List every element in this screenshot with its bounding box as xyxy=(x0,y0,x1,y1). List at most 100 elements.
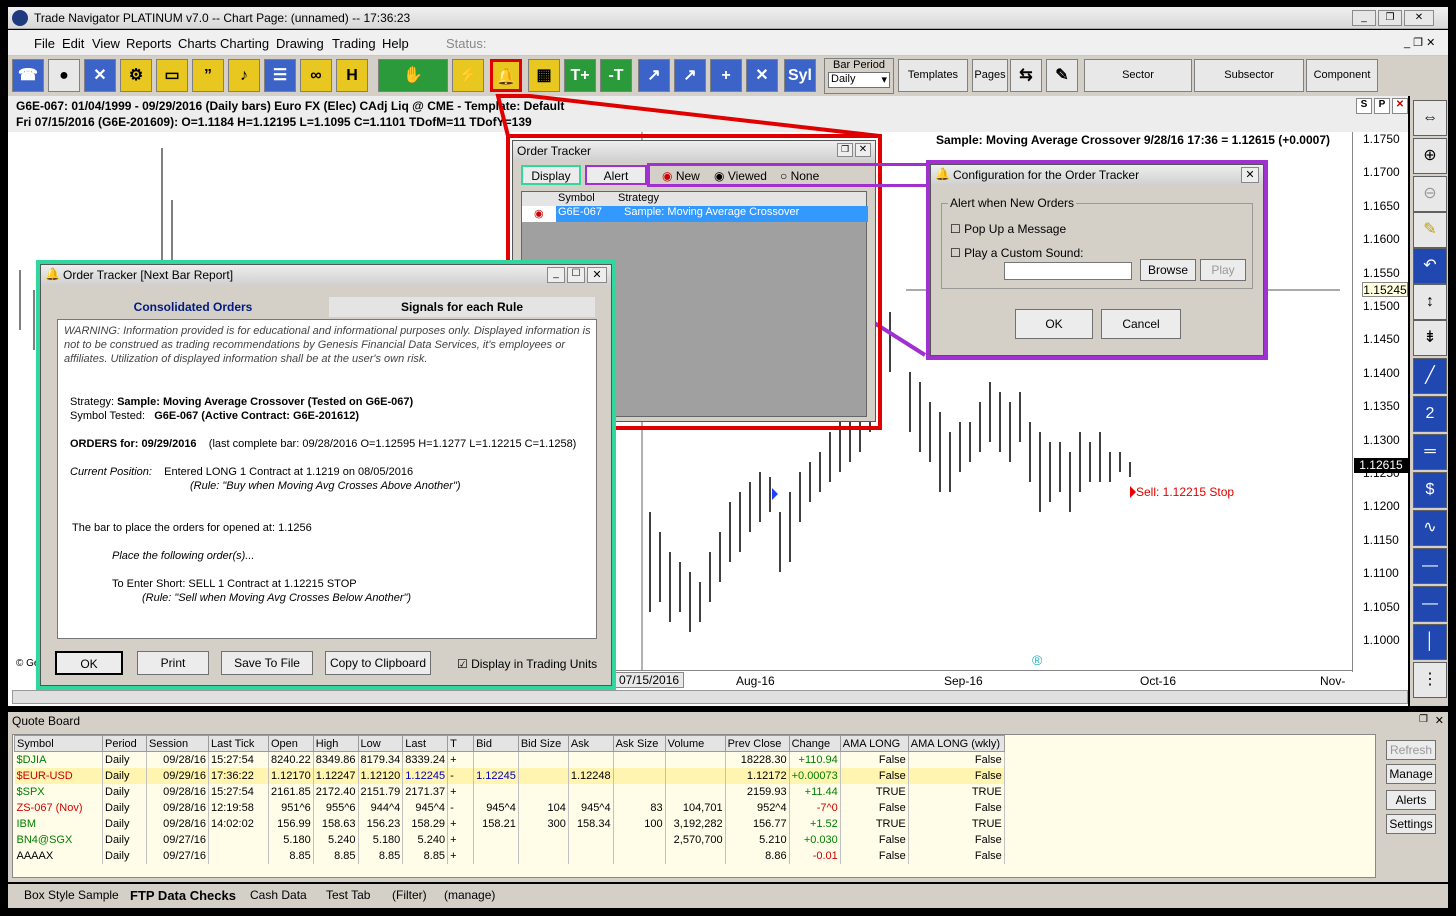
undo-icon[interactable]: ↶ xyxy=(1413,248,1447,284)
alert-button[interactable]: Alert xyxy=(585,165,647,185)
ladder-icon[interactable]: H xyxy=(336,59,368,92)
subsector-button[interactable]: Subsector xyxy=(1194,59,1304,92)
quote-col-header[interactable]: Open xyxy=(268,735,314,752)
quote-col-header[interactable]: Ask xyxy=(567,735,614,752)
tab-signals-each-rule[interactable]: Signals for each Rule xyxy=(329,297,595,317)
chain-icon[interactable]: ∞ xyxy=(300,59,332,92)
maximize-icon[interactable]: ☐ xyxy=(567,267,585,283)
quote-col-header[interactable]: Symbol xyxy=(14,735,103,752)
quote-col-header[interactable]: Change xyxy=(788,735,841,752)
menu-file[interactable]: File xyxy=(34,36,55,51)
chart-add-icon[interactable]: + xyxy=(710,59,742,92)
templates-button[interactable]: Templates xyxy=(898,59,968,92)
tab-box-style-sample[interactable]: Box Style Sample xyxy=(24,888,119,902)
quote-col-header[interactable]: Bid Size xyxy=(517,735,569,752)
price-axis[interactable]: 1.1750 1.1700 1.1650 1.1600 1.1550 1.1500 1.14… xyxy=(1352,132,1408,672)
sound-file-input[interactable] xyxy=(1004,262,1132,280)
quote-col-header[interactable]: High xyxy=(312,735,359,752)
mdi-buttons[interactable]: _ ❐ ✕ xyxy=(1404,36,1435,49)
quote-col-header[interactable]: Period xyxy=(102,735,147,752)
quote-board-close-icon[interactable]: ✕ xyxy=(1435,714,1444,727)
bar-period-select[interactable]: Daily ▾ xyxy=(828,72,890,88)
keyboard-icon[interactable]: ▭ xyxy=(156,59,188,92)
gears-icon[interactable]: ⚙ xyxy=(120,59,152,92)
chart-s-button[interactable]: S xyxy=(1356,98,1372,114)
add-indicator-icon[interactable]: T+ xyxy=(564,59,596,92)
close-button[interactable]: ✕ xyxy=(1404,10,1434,26)
quote-col-header[interactable]: Last Tick xyxy=(208,735,269,752)
menu-drawing[interactable]: Drawing xyxy=(276,36,324,51)
menu-view[interactable]: View xyxy=(92,36,120,51)
eraser-icon[interactable]: ✎ xyxy=(1413,212,1447,248)
horizontal-scrollbar[interactable] xyxy=(12,690,1408,704)
quote-col-header[interactable]: AMA LONG xyxy=(839,735,909,752)
quote-col-header[interactable]: Ask Size xyxy=(612,735,666,752)
settings-button[interactable]: Settings xyxy=(1386,814,1436,834)
sound-checkbox[interactable]: ☐ Play a Custom Sound: xyxy=(950,246,1084,260)
cancel-button[interactable]: Cancel xyxy=(1101,309,1181,339)
quote-row[interactable]: AAAAX Daily 09/27/16 8.85 8.85 8.85 8.85 +8.86-… xyxy=(14,847,1005,864)
vertical-resize-icon[interactable]: ↕ xyxy=(1413,284,1447,320)
display-units-checkbox[interactable]: ☑ Display in Trading Units xyxy=(457,657,597,671)
quote-col-header[interactable]: Last xyxy=(402,735,449,752)
radio-viewed[interactable]: ◉ Viewed xyxy=(714,169,767,183)
tab-cash-data[interactable]: Cash Data xyxy=(250,888,307,902)
ok-button[interactable]: OK xyxy=(1015,309,1093,339)
chart-compare-icon[interactable]: ↗ xyxy=(674,59,706,92)
trendline-2-icon[interactable]: 2 xyxy=(1413,396,1447,432)
trendline-icon[interactable]: ╱ xyxy=(1413,358,1447,394)
menu-help[interactable]: Help xyxy=(382,36,409,51)
restore-button[interactable]: ❐ xyxy=(1378,10,1402,26)
tab-test-tab[interactable]: Test Tab xyxy=(326,888,370,902)
phone-icon[interactable]: ☎ xyxy=(12,59,44,92)
menu-reports[interactable]: Reports xyxy=(126,36,172,51)
zoom-in-icon[interactable]: ⊕ xyxy=(1413,138,1447,174)
ok-button[interactable]: OK xyxy=(55,651,123,675)
tools-icon[interactable]: ✕ xyxy=(84,59,116,92)
play-button[interactable]: Play xyxy=(1200,259,1246,281)
minimize-icon[interactable]: _ xyxy=(547,267,565,283)
trade-hand-icon[interactable]: ✋ xyxy=(378,59,448,92)
refresh-button[interactable]: Refresh xyxy=(1386,740,1436,760)
close-icon[interactable]: ✕ xyxy=(855,143,871,157)
display-button[interactable]: Display xyxy=(521,165,581,185)
quote-board-restore-icon[interactable]: ❐ xyxy=(1419,714,1428,725)
quote-col-header[interactable]: Volume xyxy=(664,735,726,752)
scale-icon[interactable]: ⇟ xyxy=(1413,320,1447,356)
more-tools-icon[interactable]: ⋮ xyxy=(1413,662,1447,698)
quote-row[interactable]: $DJIA Daily 09/28/16 15:27:54 8240.22 8349.86… xyxy=(14,751,1005,768)
save-to-file-button[interactable]: Save To File xyxy=(221,651,313,675)
chart-line-icon[interactable]: ↗ xyxy=(638,59,670,92)
tab-manage[interactable]: (manage) xyxy=(444,888,495,902)
radio-new[interactable]: ◉ New xyxy=(662,169,700,183)
page-close-icon[interactable]: ✎ xyxy=(1046,59,1078,92)
manage-button[interactable]: Manage xyxy=(1386,764,1436,784)
menu-edit[interactable]: Edit xyxy=(62,36,84,51)
quote-col-header[interactable]: Low xyxy=(357,735,404,752)
popup-checkbox[interactable]: ☐ Pop Up a Message xyxy=(950,222,1066,236)
lightning-icon[interactable]: ⚡ xyxy=(452,59,484,92)
print-button[interactable]: Print xyxy=(137,651,209,675)
chart-delete-icon[interactable]: ✕ xyxy=(746,59,778,92)
symbol-icon[interactable]: Syl xyxy=(784,59,816,92)
tab-ftp-data-checks[interactable]: FTP Data Checks xyxy=(130,888,236,903)
quote-col-header[interactable]: Prev Close xyxy=(724,735,790,752)
tab-consolidated-orders[interactable]: Consolidated Orders xyxy=(57,297,329,317)
quote-col-header[interactable]: T xyxy=(447,735,475,752)
quote-icon[interactable]: ” xyxy=(192,59,224,92)
copy-clipboard-button[interactable]: Copy to Clipboard xyxy=(325,651,431,675)
remove-indicator-icon[interactable]: -T xyxy=(600,59,632,92)
menu-charting[interactable]: Charting xyxy=(220,36,269,51)
browse-button[interactable]: Browse xyxy=(1140,259,1196,281)
date-axis[interactable]: 07/15/2016 Aug-16 Sep-16 Oct-16 Nov-16 xyxy=(610,670,1352,702)
sector-button[interactable]: Sector xyxy=(1084,59,1192,92)
radio-none[interactable]: ○ None xyxy=(780,169,819,183)
list-icon[interactable]: ☰ xyxy=(264,59,296,92)
parallel-lines-icon[interactable]: ═ xyxy=(1413,434,1447,470)
cursor-arrows-icon[interactable]: ⇔ xyxy=(1413,100,1447,136)
traffic-light-icon[interactable]: ● xyxy=(48,59,80,92)
menu-charts[interactable]: Charts xyxy=(178,36,216,51)
alerts-button[interactable]: Alerts xyxy=(1386,790,1436,810)
pages-button[interactable]: Pages xyxy=(972,59,1008,92)
wave-icon[interactable]: ∿ xyxy=(1413,510,1447,546)
